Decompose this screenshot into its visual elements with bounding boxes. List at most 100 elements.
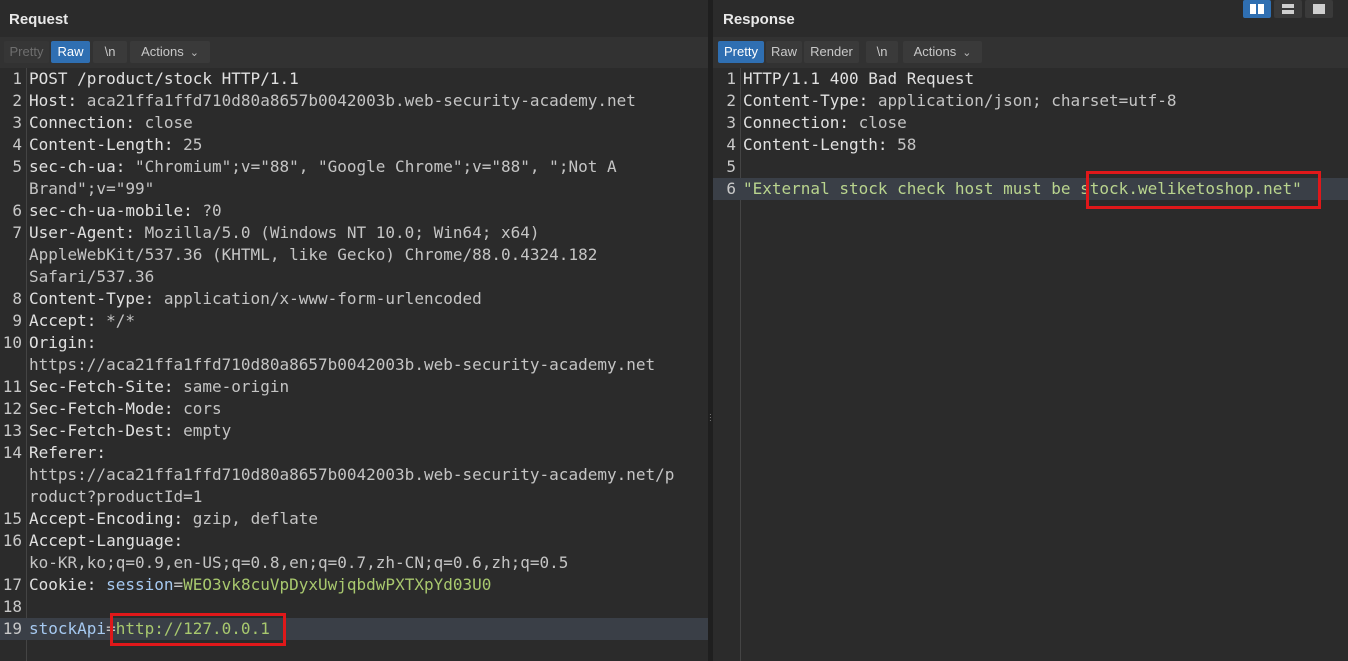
code-line[interactable]: 15 Accept-Encoding: gzip, deflate [0, 508, 708, 530]
code-token: sec-ch-ua: [29, 157, 135, 176]
line-number: 3 [726, 113, 736, 132]
code-token: */* [106, 311, 135, 330]
line-number: 1 [726, 69, 736, 88]
code-line[interactable]: 13 Sec-Fetch-Dest: empty [0, 420, 708, 442]
code-token: Content-Type: [29, 289, 164, 308]
code-line[interactable]: 12 Sec-Fetch-Mode: cors [0, 398, 708, 420]
highlight-box-host [1086, 171, 1321, 209]
raw-tab[interactable]: Raw [51, 41, 90, 63]
newline-toggle-button[interactable]: \n [93, 41, 127, 63]
code-line[interactable]: 8 Content-Type: application/x-www-form-ur… [0, 288, 708, 310]
response-editor[interactable]: 1 HTTP/1.1 400 Bad Request 2 Content-Type: … [713, 68, 1348, 661]
code-token: Content-Type: [743, 91, 878, 110]
pretty-tab[interactable]: Pretty [718, 41, 764, 63]
actions-dropdown[interactable]: Actions ⌄ [903, 41, 982, 63]
code-line[interactable]: 2 Content-Type: application/json; charset… [713, 90, 1348, 112]
code-line[interactable]: 4 Content-Length: 58 [713, 134, 1348, 156]
code-token: empty [183, 421, 232, 440]
code-token: close [858, 113, 907, 132]
code-line[interactable]: 6 sec-ch-ua-mobile: ?0 [0, 200, 708, 222]
code-token: Referer: [29, 443, 116, 462]
code-line[interactable]: 14 Referer: [0, 442, 708, 464]
code-line[interactable]: Safari/537.36 [0, 266, 708, 288]
line-number: 5 [12, 157, 22, 176]
code-line[interactable]: 7 User-Agent: Mozilla/5.0 (Windows NT 10.… [0, 222, 708, 244]
line-text: Brand";v="99" [29, 178, 154, 200]
code-token: Connection: [29, 113, 145, 132]
code-line[interactable]: https://aca21ffa1ffd710d80a8657b0042003b… [0, 464, 708, 486]
line-text: Sec-Fetch-Dest: empty [29, 420, 231, 442]
code-token: Brand";v="99" [29, 179, 155, 198]
columns-icon [1250, 4, 1256, 14]
line-text: POST /product/stock HTTP/1.1 [29, 68, 299, 90]
pretty-tab[interactable]: Pretty [4, 41, 49, 63]
code-token: Accept-Encoding: [29, 509, 193, 528]
line-number: 6 [12, 201, 22, 220]
code-line[interactable]: 3 Connection: close [0, 112, 708, 134]
code-line[interactable]: 2 Host: aca21ffa1ffd710d80a8657b0042003b.… [0, 90, 708, 112]
code-token: application/x-www-form-urlencoded [163, 289, 482, 308]
line-text: Sec-Fetch-Site: same-origin [29, 376, 289, 398]
code-line[interactable]: 3 Connection: close [713, 112, 1348, 134]
code-token: application/json; charset=utf-8 [877, 91, 1177, 110]
layout-stacked-button[interactable] [1274, 0, 1302, 18]
code-line-selected[interactable]: 19 stockApi=http://127.0.0.1 [0, 618, 708, 640]
line-text: Content-Type: application/json; charset=… [743, 90, 1176, 112]
code-line[interactable]: 11 Sec-Fetch-Site: same-origin [0, 376, 708, 398]
code-token: POST /product/stock HTTP/1.1 [29, 69, 299, 88]
code-line[interactable]: 9 Accept: */* [0, 310, 708, 332]
render-tab[interactable]: Render [804, 41, 859, 63]
line-text: ko-KR,ko;q=0.9,en-US;q=0.8,en;q=0.7,zh-C… [29, 552, 568, 574]
response-pane: Response Pretty Raw Render \n Actions ⌄ 1… [713, 0, 1348, 661]
code-line[interactable]: roduct?productId=1 [0, 486, 708, 508]
line-text: Referer: [29, 442, 116, 464]
line-number: 8 [12, 289, 22, 308]
code-line[interactable]: 1 POST /product/stock HTTP/1.1 [0, 68, 708, 90]
line-number: 17 [2, 575, 22, 594]
actions-label: Actions [913, 44, 957, 59]
line-text: https://aca21ffa1ffd710d80a8657b0042003b… [29, 464, 674, 486]
line-text: Host: aca21ffa1ffd710d80a8657b0042003b.w… [29, 90, 636, 112]
code-line[interactable]: 4 Content-Length: 25 [0, 134, 708, 156]
code-token: Content-Length: [29, 135, 184, 154]
line-number: 13 [2, 421, 22, 440]
code-line[interactable]: ko-KR,ko;q=0.9,en-US;q=0.8,en;q=0.7,zh-C… [0, 552, 708, 574]
line-text: Cookie: session=WEO3vk8cuVpDyxUwjqbdwPXT… [29, 574, 491, 596]
code-token: Safari/537.36 [29, 267, 155, 286]
rows-icon [1282, 4, 1294, 8]
code-line[interactable]: AppleWebKit/537.36 (KHTML, like Gecko) C… [0, 244, 708, 266]
code-line[interactable]: 5 sec-ch-ua: "Chromium";v="88", "Google C… [0, 156, 708, 178]
actions-dropdown[interactable]: Actions ⌄ [130, 41, 210, 63]
line-text: Content-Length: 58 [743, 134, 916, 156]
line-text: Accept: */* [29, 310, 135, 332]
layout-side-by-side-button[interactable] [1243, 0, 1271, 18]
code-token: gzip, deflate [192, 509, 318, 528]
request-pane: Request Pretty Raw \n Actions ⌄ 1 POST /pr… [0, 0, 708, 661]
code-line[interactable]: 18 [0, 596, 708, 618]
code-line[interactable]: 10 Origin: [0, 332, 708, 354]
code-line[interactable]: Brand";v="99" [0, 178, 708, 200]
line-number: 14 [2, 443, 22, 462]
chevron-down-icon: ⌄ [189, 47, 199, 59]
request-title: Request [9, 11, 69, 28]
line-text: Origin: [29, 332, 106, 354]
code-line[interactable]: 17 Cookie: session=WEO3vk8cuVpDyxUwjqbdwP… [0, 574, 708, 596]
splitter-grip-icon: · · · [709, 410, 712, 425]
line-text: User-Agent: Mozilla/5.0 (Windows NT 10.0… [29, 222, 540, 244]
code-line[interactable]: 1 HTTP/1.1 400 Bad Request [713, 68, 1348, 90]
response-title: Response [723, 11, 795, 28]
request-editor[interactable]: 1 POST /product/stock HTTP/1.1 2 Host: aca2… [0, 68, 708, 661]
line-number: 9 [12, 311, 22, 330]
code-token: 25 [183, 135, 203, 154]
code-token: WEO3vk8cuVpDyxUwjqbdwPXTXpYd03U0 [183, 575, 492, 594]
line-text: sec-ch-ua-mobile: ?0 [29, 200, 222, 222]
code-token: https://aca21ffa1ffd710d80a8657b0042003b… [29, 465, 675, 484]
code-token: 58 [897, 135, 917, 154]
code-line[interactable]: 16 Accept-Language: [0, 530, 708, 552]
line-text: AppleWebKit/537.36 (KHTML, like Gecko) C… [29, 244, 597, 266]
layout-tabs-button[interactable] [1305, 0, 1333, 18]
code-line[interactable]: https://aca21ffa1ffd710d80a8657b0042003b… [0, 354, 708, 376]
code-token: stockApi [29, 619, 107, 638]
raw-tab[interactable]: Raw [766, 41, 802, 63]
newline-toggle-button[interactable]: \n [866, 41, 898, 63]
